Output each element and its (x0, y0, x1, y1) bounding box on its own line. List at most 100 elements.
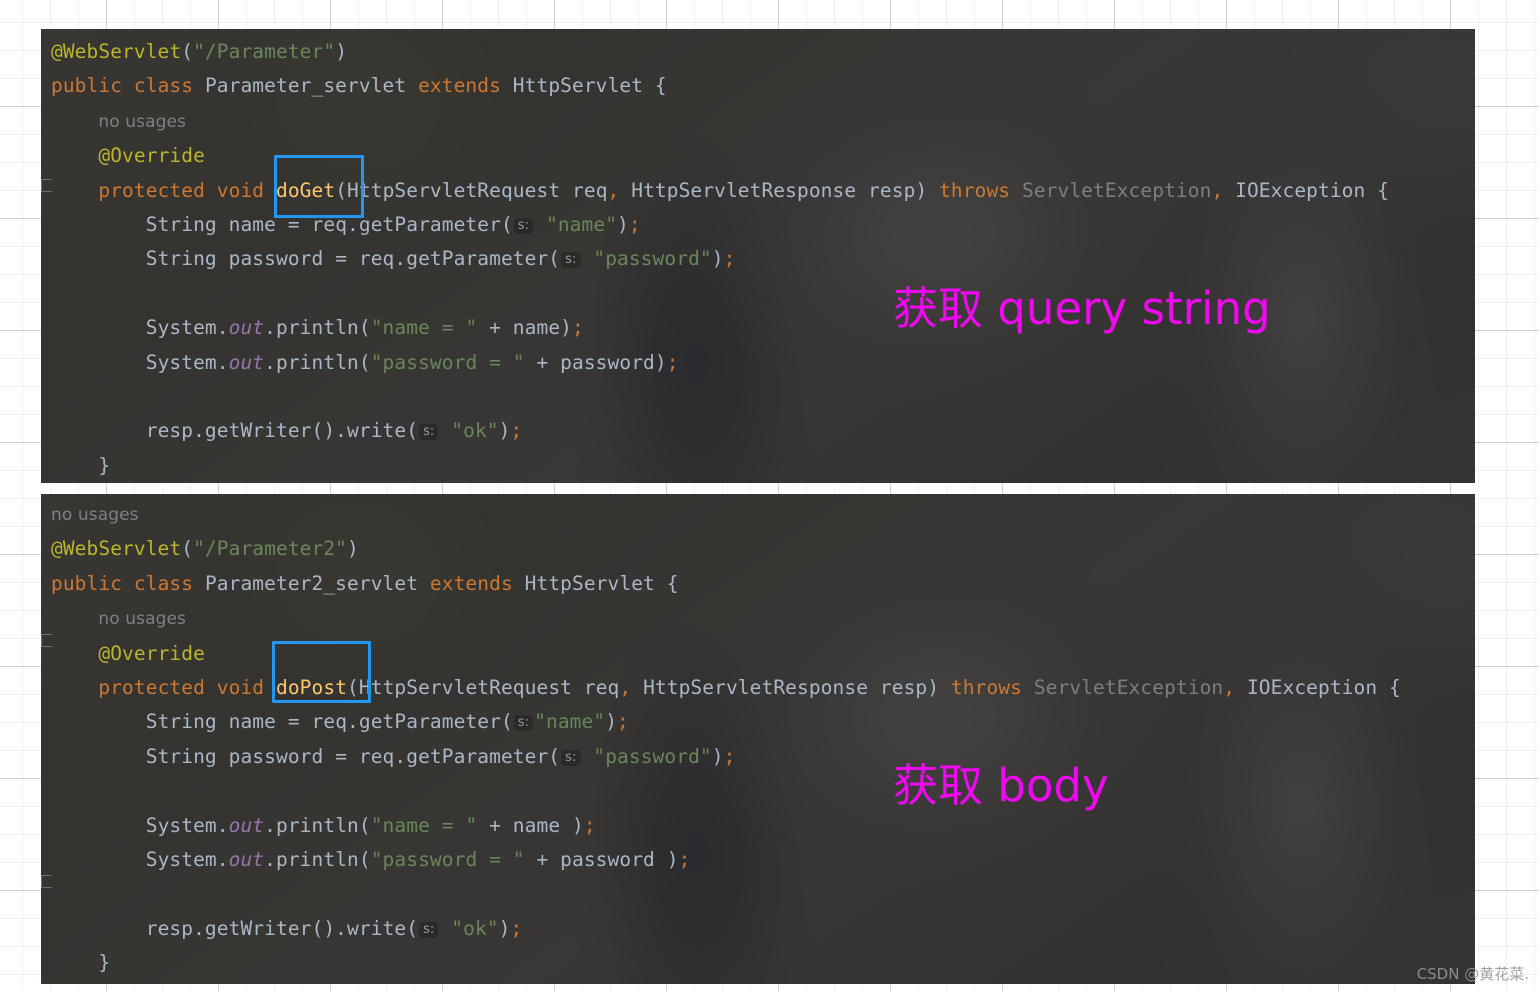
code-fold-glyph[interactable] (41, 179, 52, 192)
code-line: } (51, 946, 1475, 980)
code-line: protected void doGet(HttpServletRequest … (51, 174, 1475, 208)
code-token: + password ) (524, 848, 679, 872)
code-token: ) (335, 40, 348, 63)
code-token: ( (181, 40, 194, 63)
code-token: HttpServletResponse (631, 676, 869, 700)
code-token: ; (510, 916, 523, 940)
code-token: System. (145, 316, 229, 340)
code-token: IOException (1235, 676, 1378, 700)
code-token: req.getParameter( (347, 744, 561, 768)
code-token: resp.getWriter().write( (145, 916, 419, 940)
code-token: @Override (98, 144, 205, 168)
code-token: Parameter2_servlet (204, 571, 419, 595)
code-token: Parameter_servlet (204, 74, 407, 98)
code-token: System. (145, 813, 229, 837)
code-block-get: @WebServlet("/Parameter") public class Pa… (41, 29, 1475, 483)
code-token: = (335, 744, 348, 768)
code-token: @WebServlet (51, 537, 182, 561)
code-token: resp.getWriter().write( (145, 419, 419, 443)
code-token: "password = " (370, 848, 525, 872)
code-token: ; (723, 744, 736, 768)
code-line: public class Parameter_servlet extends H… (51, 69, 1475, 103)
code-token: out (228, 813, 265, 837)
code-token: HttpServletResponse (619, 178, 857, 202)
code-fold-glyph[interactable] (41, 875, 52, 888)
code-token: { (643, 74, 667, 98)
code-token: IOException (1223, 178, 1366, 202)
code-token: { (1377, 676, 1401, 700)
code-token: no usages (98, 111, 187, 132)
code-line: System.out.println("name = " + name ); (51, 809, 1475, 843)
code-token: "name" (534, 710, 606, 734)
code-token: } (98, 453, 111, 477)
code-token: class (133, 571, 194, 595)
code-token: throws (939, 178, 1011, 202)
code-token: ; (510, 419, 523, 443)
code-token: .println( (264, 350, 371, 374)
code-token: HttpServlet (512, 74, 644, 98)
code-token: "/Parameter" (193, 40, 336, 63)
csdn-watermark: CSDN @黄花菜. (1416, 965, 1529, 983)
code-line: String name = req.getParameter(s: "name"… (51, 208, 1475, 242)
annotation-query-string: 获取 query string (893, 282, 1271, 335)
code-token: password (216, 247, 336, 271)
code-line: String name = req.getParameter(s: "name")… (51, 705, 1475, 739)
code-token: protected (98, 676, 205, 700)
code-token: , (607, 178, 620, 202)
code-panel-post-servlet: no usages @WebServlet("/Parameter2") publi… (41, 494, 1475, 984)
code-token: System. (145, 350, 229, 374)
code-token: out (228, 848, 265, 872)
code-token: "name" (546, 213, 618, 237)
code-line: resp.getWriter().write(s: "ok"); (51, 912, 1475, 946)
code-line: no usages (51, 497, 1475, 532)
code-line: public class Parameter2_servlet extends … (51, 567, 1475, 601)
code-panel-get-servlet: @WebServlet("/Parameter") public class Pa… (41, 29, 1475, 483)
code-token: ; (666, 350, 679, 374)
code-line: System.out.println("password = " + passw… (51, 843, 1475, 877)
code-line: String password = req.getParameter(s: "p… (51, 242, 1475, 276)
code-token: ; (723, 247, 736, 271)
code-token: void (216, 676, 265, 700)
code-token: ( (181, 537, 194, 561)
code-line: no usages (51, 601, 1475, 636)
code-token: String (145, 710, 217, 734)
code-token: .println( (264, 848, 371, 872)
code-token: ) (927, 676, 951, 700)
code-token: ) (347, 537, 359, 561)
code-line: no usages (51, 104, 1475, 139)
code-token: throws (950, 676, 1022, 700)
code-token: String (145, 744, 217, 768)
code-token: public (51, 74, 123, 98)
code-token: .println( (264, 316, 371, 340)
code-token: no usages (51, 505, 139, 525)
code-token: = (287, 710, 300, 734)
code-token: protected (98, 178, 205, 202)
code-token: resp (856, 178, 916, 202)
code-token: public (51, 571, 123, 595)
code-token: , (1211, 178, 1224, 202)
code-line: String password = req.getParameter(s: "p… (51, 740, 1475, 774)
code-token: { (1365, 178, 1390, 202)
code-line: @Override (51, 139, 1475, 173)
code-token: void (216, 178, 265, 202)
code-fold-glyph[interactable] (41, 634, 52, 647)
code-token: ) (711, 247, 724, 271)
code-token: @WebServlet (51, 40, 182, 63)
code-token: , (1223, 676, 1236, 700)
code-token: out (228, 316, 265, 340)
code-token: class (133, 74, 194, 98)
